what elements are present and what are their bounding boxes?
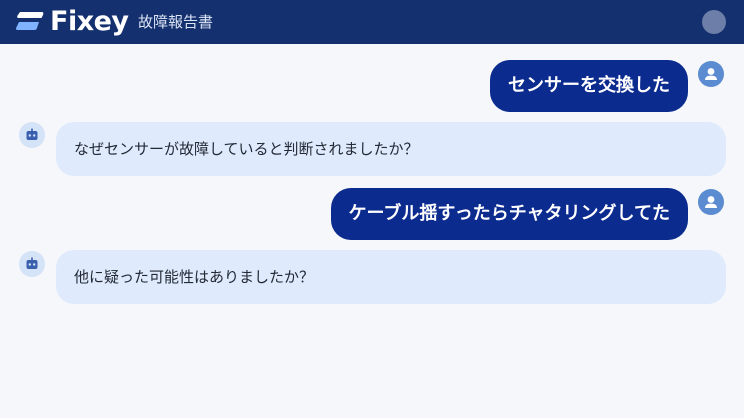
- brand-name: Fixey: [50, 6, 129, 37]
- user-message: センサーを交換した: [490, 60, 688, 112]
- page-title: 故障報告書: [138, 13, 214, 31]
- user-avatar-icon[interactable]: [702, 10, 726, 34]
- app-header: Fixey 故障報告書: [0, 0, 744, 44]
- user-icon: [698, 61, 724, 87]
- user-icon: [698, 189, 724, 215]
- robot-icon: [19, 251, 45, 277]
- robot-icon: [19, 122, 45, 148]
- bot-message: 他に疑った可能性はありましたか？: [56, 250, 726, 304]
- bot-message: なぜセンサーが故障していると判断されましたか？: [56, 122, 726, 176]
- fixey-logo-icon: [16, 12, 44, 30]
- user-message: ケーブル揺すったらチャタリングしてた: [330, 188, 688, 240]
